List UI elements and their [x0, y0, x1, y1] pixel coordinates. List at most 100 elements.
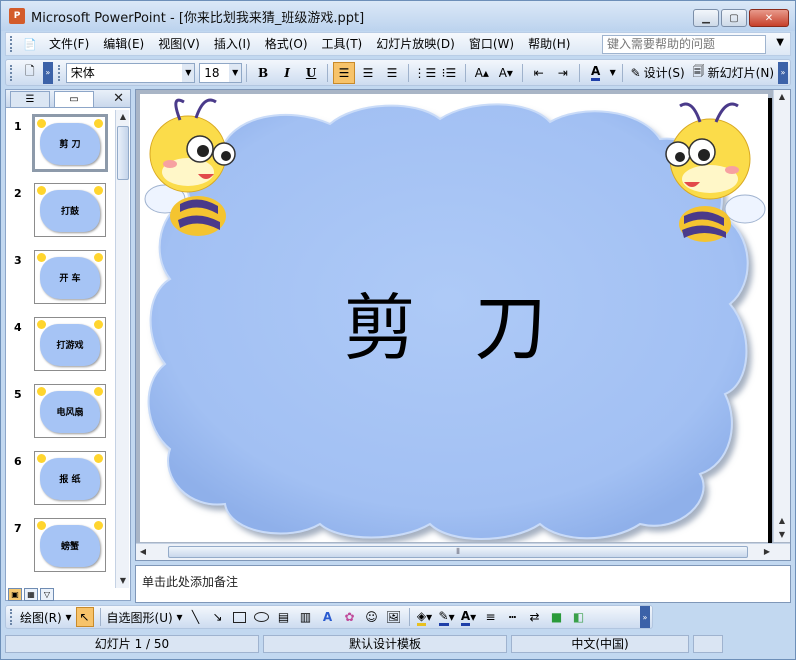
help-search-input[interactable]: 键入需要帮助的问题: [602, 35, 766, 54]
dash-style-button[interactable]: ┅: [504, 607, 522, 627]
slide-thumbnail[interactable]: 剪 刀: [32, 114, 108, 172]
menu-format[interactable]: 格式(O): [258, 34, 315, 54]
autoshapes-button[interactable]: 自选图形(U) ▾: [107, 607, 183, 627]
slide-thumbnail[interactable]: 电风扇: [34, 384, 106, 438]
toolbar-grip-2[interactable]: [57, 64, 62, 81]
arrow-style-button[interactable]: ⇄: [526, 607, 544, 627]
slide-sorter-view-button[interactable]: ▦: [24, 588, 38, 601]
increase-indent-button[interactable]: ⇥: [552, 62, 574, 84]
slide-thumbnail[interactable]: 螃蟹: [34, 518, 106, 572]
align-right-button[interactable]: ☰: [381, 62, 403, 84]
slide-thumbnail-row[interactable]: 7 螃蟹: [6, 512, 116, 579]
menu-slideshow[interactable]: 幻灯片放映(D): [369, 34, 462, 54]
underline-button[interactable]: U: [300, 62, 322, 84]
oval-button[interactable]: [253, 607, 271, 627]
slide-thumbnail[interactable]: 报 纸: [34, 451, 106, 505]
align-center-button[interactable]: ☰: [357, 62, 379, 84]
decrease-indent-button[interactable]: ⇤: [528, 62, 550, 84]
menu-edit[interactable]: 编辑(E): [96, 34, 151, 54]
slide-thumbnail-row[interactable]: 1 剪 刀: [6, 110, 116, 177]
3d-style-button[interactable]: ◧: [570, 607, 588, 627]
slide-thumbnail-row[interactable]: 4 打游戏: [6, 311, 116, 378]
shadow-style-button[interactable]: ■: [548, 607, 566, 627]
help-dropdown-icon[interactable]: ▼: [776, 37, 784, 48]
chevron-down-icon[interactable]: ▼: [229, 63, 242, 82]
line-style-button[interactable]: ≡: [482, 607, 500, 627]
new-slide-button[interactable]: 🗐 新幻灯片(N): [689, 62, 778, 84]
slideshow-view-button[interactable]: ▽: [40, 588, 54, 601]
scroll-down-icon[interactable]: ▼: [116, 574, 130, 588]
wordart-button[interactable]: A: [319, 607, 337, 627]
slide-title-box[interactable]: 剪 刀: [140, 94, 768, 542]
bold-button[interactable]: B: [252, 62, 274, 84]
textbox-button[interactable]: ▤: [275, 607, 293, 627]
slide-thumbnail[interactable]: 打游戏: [34, 317, 106, 371]
diagram-button[interactable]: ✿: [341, 607, 359, 627]
current-slide[interactable]: 剪 刀: [140, 94, 768, 542]
bullet-list-button[interactable]: ⁝☰: [438, 62, 460, 84]
notes-pane[interactable]: 单击此处添加备注: [135, 565, 791, 603]
slide-thumbnail-row[interactable]: 5 电风扇: [6, 378, 116, 445]
menu-window[interactable]: 窗口(W): [462, 34, 521, 54]
notes-placeholder[interactable]: 单击此处添加备注: [142, 573, 238, 590]
slide-thumbnail[interactable]: 打鼓: [34, 183, 106, 237]
font-color-dropdown[interactable]: ▼: [609, 62, 617, 84]
picture-button[interactable]: 🖼: [385, 607, 403, 627]
close-button[interactable]: ✕: [749, 9, 789, 27]
outline-tab[interactable]: ☰: [10, 91, 50, 107]
next-slide-icon[interactable]: ▼: [774, 528, 790, 542]
font-size-select[interactable]: 18 ▼: [199, 62, 243, 83]
slide-thumbnail-row[interactable]: 3 开 车: [6, 244, 116, 311]
powerpoint-icon[interactable]: P: [9, 8, 25, 24]
scroll-up-icon[interactable]: ▲: [774, 90, 790, 104]
menubar-grip[interactable]: [10, 36, 14, 52]
font-color-button[interactable]: A ▾: [460, 607, 478, 627]
numbered-list-button[interactable]: ⋮☰: [414, 62, 437, 84]
design-template[interactable]: 默认设计模板: [263, 635, 507, 653]
design-button[interactable]: ✎ 设计(S): [627, 62, 689, 84]
scrollbar-thumb[interactable]: [117, 126, 129, 180]
select-objects-button[interactable]: ↖: [75, 607, 94, 627]
slide-thumbnail[interactable]: 开 车: [34, 250, 106, 304]
rectangle-button[interactable]: [231, 607, 249, 627]
toolbar-options-icon[interactable]: »: [42, 61, 53, 84]
line-button[interactable]: ╲: [187, 607, 205, 627]
thumbnails-scrollbar[interactable]: ▲ ▼: [115, 110, 129, 588]
menu-file[interactable]: 文件(F): [42, 34, 96, 54]
previous-slide-icon[interactable]: ▲: [774, 514, 790, 528]
scroll-left-icon[interactable]: ◀: [136, 545, 150, 559]
new-document-icon[interactable]: 🗋: [19, 62, 41, 84]
minimize-button[interactable]: ▁: [693, 9, 719, 27]
vertical-textbox-button[interactable]: ▥: [297, 607, 315, 627]
clipart-button[interactable]: ☺: [363, 607, 381, 627]
toolbar-grip[interactable]: [10, 64, 14, 81]
toolbar-grip[interactable]: [10, 609, 14, 625]
slides-tab[interactable]: ▭: [54, 91, 94, 107]
menu-view[interactable]: 视图(V): [151, 34, 207, 54]
menu-tools[interactable]: 工具(T): [315, 34, 370, 54]
maximize-button[interactable]: ▢: [721, 9, 747, 27]
increase-font-button[interactable]: A▴: [471, 62, 493, 84]
document-icon[interactable]: 📄: [19, 33, 41, 55]
horizontal-scrollbar-thumb[interactable]: ⦀: [168, 546, 748, 558]
italic-button[interactable]: I: [276, 62, 298, 84]
fill-color-button[interactable]: ◈ ▾: [416, 607, 434, 627]
menu-insert[interactable]: 插入(I): [207, 34, 258, 54]
menu-help[interactable]: 帮助(H): [521, 34, 577, 54]
toolbar-options-icon[interactable]: »: [778, 61, 788, 84]
line-color-button[interactable]: ✎ ▾: [438, 607, 456, 627]
normal-view-button[interactable]: ▣: [8, 588, 22, 601]
draw-menu-button[interactable]: 绘图(R) ▾: [20, 607, 72, 627]
slide-thumbnail-row[interactable]: 6 报 纸: [6, 445, 116, 512]
align-left-button[interactable]: ☰: [333, 61, 355, 84]
scroll-right-icon[interactable]: ▶: [760, 545, 774, 559]
close-icon[interactable]: ✕: [113, 91, 124, 106]
chevron-down-icon[interactable]: ▼: [182, 63, 195, 82]
decrease-font-button[interactable]: A▾: [495, 62, 517, 84]
slide-thumbnail-row[interactable]: 2 打鼓: [6, 177, 116, 244]
slide-vertical-scrollbar[interactable]: ▲ ▲ ▼: [773, 90, 790, 542]
slide-horizontal-scrollbar[interactable]: ◀ ⦀ ▶: [136, 543, 790, 560]
font-name-select[interactable]: 宋体 ▼: [65, 62, 196, 83]
scroll-up-icon[interactable]: ▲: [116, 110, 130, 124]
arrow-button[interactable]: ↘: [209, 607, 227, 627]
